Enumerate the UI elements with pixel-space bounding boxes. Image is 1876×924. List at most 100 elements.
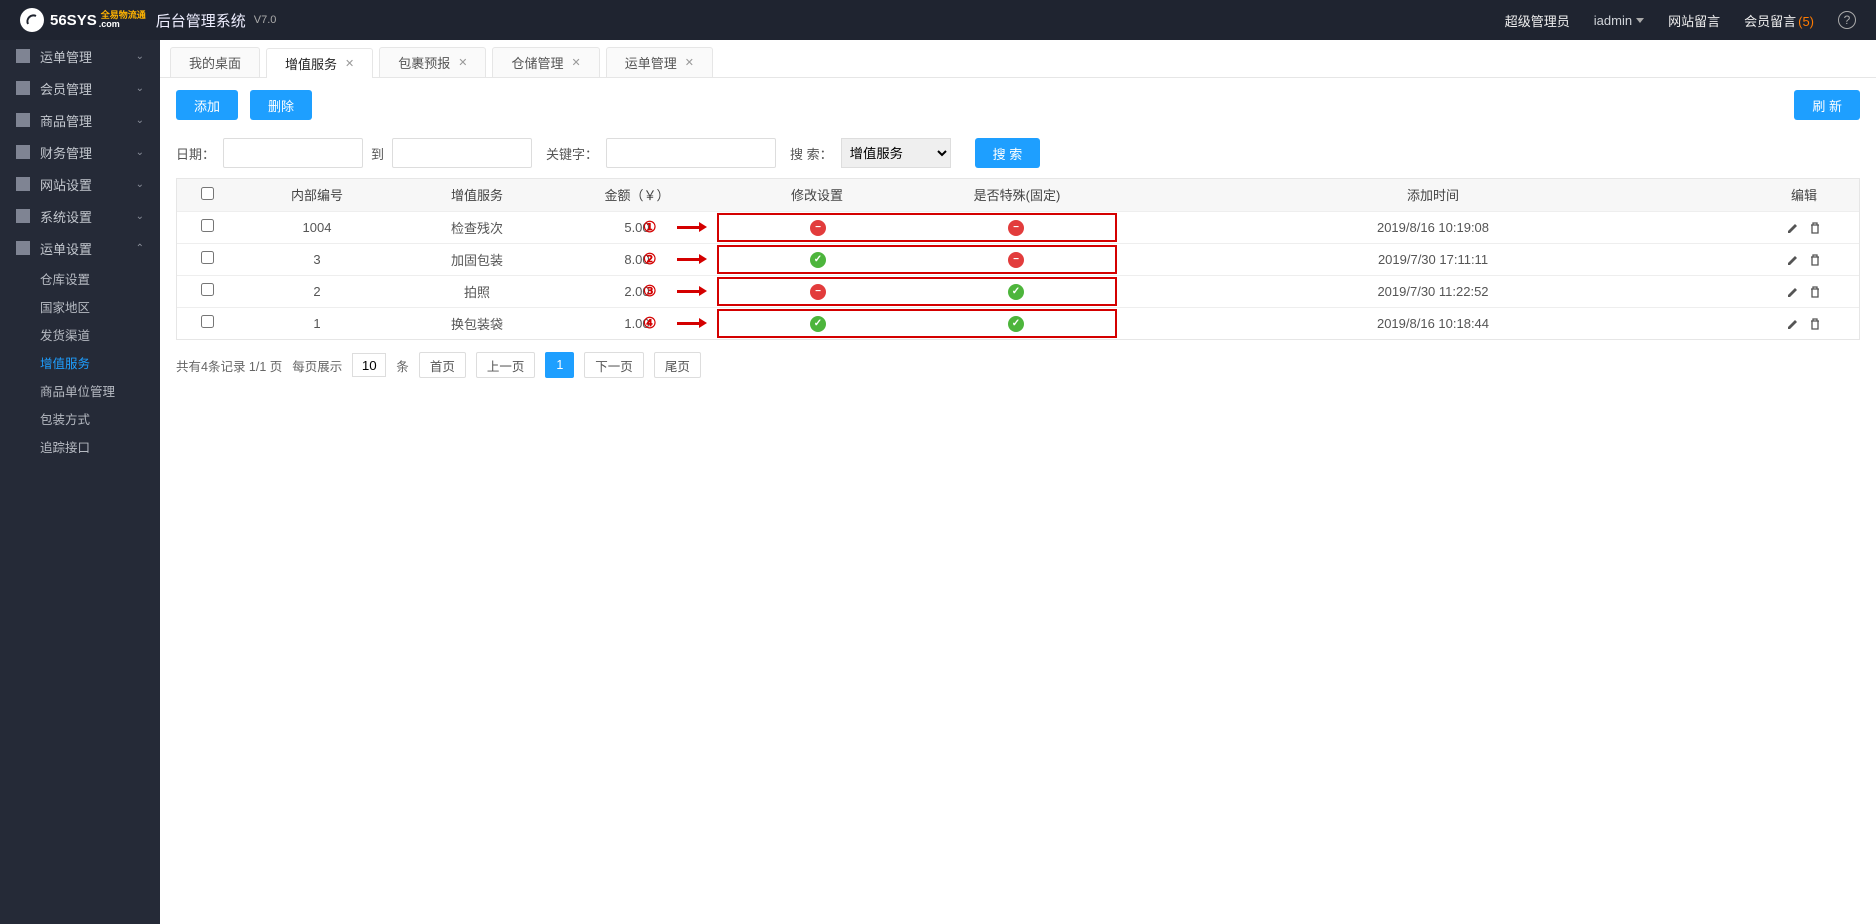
search-button[interactable]: 搜 索 — [975, 138, 1041, 168]
cell-actions — [1749, 243, 1859, 275]
sidebar-sub-4[interactable]: 商品单位管理 — [0, 376, 160, 404]
sidebar-item-label: 网站设置 — [40, 175, 136, 194]
tab-label: 仓储管理 — [511, 53, 563, 72]
member-messages-link[interactable]: 会员留言(5) — [1744, 11, 1814, 30]
chevron-icon: ⌄ — [136, 147, 144, 158]
col-service: 增值服务 — [397, 179, 557, 211]
pager-summary: 共有4条记录 1/1 页 — [176, 356, 282, 375]
cell-service: 检查残次 — [397, 211, 557, 243]
keyword-label: 关键字： — [546, 144, 598, 163]
col-time: 添加时间 — [1117, 179, 1749, 211]
date-from-input[interactable] — [223, 138, 363, 168]
edit-icon[interactable] — [1786, 285, 1800, 299]
cell-id: 1004 — [237, 211, 397, 243]
annotation-number: ① — [643, 218, 656, 236]
per-page-input[interactable] — [352, 353, 386, 377]
col-checkbox — [177, 179, 237, 211]
sidebar-item-1[interactable]: 会员管理⌄ — [0, 72, 160, 104]
tab-2[interactable]: 包裹预报✕ — [379, 47, 486, 77]
annotation-arrow-icon — [677, 254, 707, 264]
cell-actions — [1749, 275, 1859, 307]
edit-icon[interactable] — [1786, 253, 1800, 267]
sidebar-item-0[interactable]: 运单管理⌄ — [0, 40, 160, 72]
site-messages-link[interactable]: 网站留言 — [1668, 11, 1720, 30]
table-row: 3加固包装8.00②✓−2019/7/30 17:11:11 — [177, 243, 1859, 275]
help-icon[interactable]: ? — [1838, 11, 1856, 29]
sidebar-item-3[interactable]: 财务管理⌄ — [0, 136, 160, 168]
cell-service: 拍照 — [397, 275, 557, 307]
page-1-button[interactable]: 1 — [545, 352, 574, 378]
row-checkbox[interactable] — [201, 219, 214, 232]
close-icon[interactable]: ✕ — [572, 56, 581, 69]
sidebar-item-6[interactable]: 运单设置⌃ — [0, 232, 160, 264]
keyword-input[interactable] — [606, 138, 776, 168]
search-category-select[interactable]: 增值服务 — [841, 138, 951, 168]
annotation-arrow-icon — [677, 222, 707, 232]
select-all-checkbox[interactable] — [201, 187, 214, 200]
main-content: 我的桌面增值服务✕包裹预报✕仓储管理✕运单管理✕ 添加 删除 刷 新 日期： 到… — [160, 40, 1876, 924]
tab-bar: 我的桌面增值服务✕包裹预报✕仓储管理✕运单管理✕ — [160, 40, 1876, 78]
chevron-icon: ⌄ — [136, 83, 144, 94]
sidebar-item-4[interactable]: 网站设置⌄ — [0, 168, 160, 200]
sidebar-sub-6[interactable]: 追踪接口 — [0, 432, 160, 460]
delete-icon[interactable] — [1808, 221, 1822, 235]
delete-icon[interactable] — [1808, 285, 1822, 299]
col-id: 内部编号 — [237, 179, 397, 211]
edit-icon[interactable] — [1786, 317, 1800, 331]
delete-icon[interactable] — [1808, 317, 1822, 331]
menu-icon — [16, 113, 30, 127]
row-checkbox[interactable] — [201, 251, 214, 264]
col-amount: 金额（￥） — [557, 179, 717, 211]
system-title: 后台管理系统 — [156, 10, 246, 31]
cell-actions — [1749, 211, 1859, 243]
row-checkbox[interactable] — [201, 315, 214, 328]
data-table: 内部编号 增值服务 金额（￥） 修改设置 是否特殊(固定) 添加时间 编辑 10… — [176, 178, 1860, 340]
system-version: V7.0 — [254, 14, 277, 26]
first-page-button[interactable]: 首页 — [419, 352, 466, 378]
sidebar-sub-1[interactable]: 国家地区 — [0, 292, 160, 320]
user-menu[interactable]: iadmin — [1594, 13, 1644, 28]
close-icon[interactable]: ✕ — [685, 56, 694, 69]
refresh-button[interactable]: 刷 新 — [1794, 90, 1860, 120]
tab-1[interactable]: 增值服务 ✕ — [266, 48, 373, 78]
logo-text: 56SYS 全易物流通 .com — [50, 11, 146, 29]
delete-icon[interactable] — [1808, 253, 1822, 267]
cell-id: 3 — [237, 243, 397, 275]
toolbar: 添加 删除 刷 新 — [160, 78, 1876, 120]
col-special: 是否特殊(固定) — [917, 179, 1117, 211]
date-to-label: 到 — [371, 144, 384, 163]
sidebar-sub-2[interactable]: 发货渠道 — [0, 320, 160, 348]
tab-4[interactable]: 运单管理 ✕ — [606, 47, 713, 77]
menu-icon — [16, 49, 30, 63]
annotation-arrow-icon — [677, 318, 707, 328]
delete-button[interactable]: 删除 — [250, 90, 312, 120]
sidebar-sub-3[interactable]: 增值服务 — [0, 348, 160, 376]
allow-icon: ✓ — [810, 252, 826, 268]
next-page-button[interactable]: 下一页 — [584, 352, 644, 378]
sidebar-item-label: 会员管理 — [40, 79, 136, 98]
row-checkbox[interactable] — [201, 283, 214, 296]
cell-id: 1 — [237, 307, 397, 339]
date-to-input[interactable] — [392, 138, 532, 168]
edit-icon[interactable] — [1786, 221, 1800, 235]
add-button[interactable]: 添加 — [176, 90, 238, 120]
chevron-icon: ⌄ — [136, 211, 144, 222]
chevron-icon: ⌄ — [136, 51, 144, 62]
allow-icon: ✓ — [1008, 316, 1024, 332]
tab-3[interactable]: 仓储管理 ✕ — [492, 47, 599, 77]
deny-icon: − — [810, 284, 826, 300]
sidebar-item-5[interactable]: 系统设置⌄ — [0, 200, 160, 232]
tab-label: 运单管理 — [625, 53, 677, 72]
prev-page-button[interactable]: 上一页 — [476, 352, 536, 378]
close-icon[interactable]: ✕ — [345, 57, 354, 70]
chevron-down-icon — [1636, 18, 1644, 23]
sidebar-item-2[interactable]: 商品管理⌄ — [0, 104, 160, 136]
tab-label: 增值服务 — [285, 54, 337, 73]
sidebar-sub-0[interactable]: 仓库设置 — [0, 264, 160, 292]
last-page-button[interactable]: 尾页 — [654, 352, 701, 378]
logo-icon — [20, 8, 44, 32]
cell-time: 2019/8/16 10:18:44 — [1117, 307, 1749, 339]
sidebar-sub-5[interactable]: 包装方式 — [0, 404, 160, 432]
tab-0[interactable]: 我的桌面 — [170, 47, 260, 77]
close-icon[interactable]: ✕ — [458, 56, 467, 69]
